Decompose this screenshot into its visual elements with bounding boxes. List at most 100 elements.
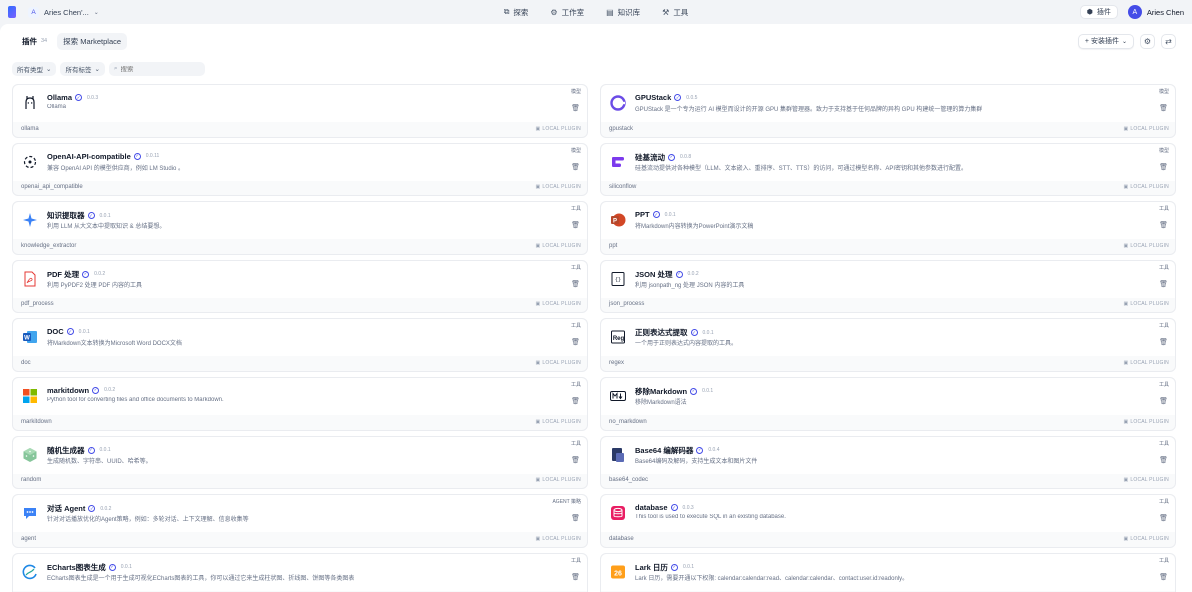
- nav-tools[interactable]: ⚒ 工具: [662, 7, 688, 18]
- trash-icon[interactable]: 🗑: [571, 338, 580, 346]
- plugin-card[interactable]: PDF 处理 ✓ 0.0.2 利用 PyPDF2 处理 PDF 内容的工具 工具…: [12, 259, 588, 314]
- local-plugin-badge: ▣ LOCAL PLUGIN: [535, 419, 581, 425]
- workspace-switcher[interactable]: A Aries Chen'... ⌄: [28, 6, 99, 18]
- trash-icon[interactable]: 🗑: [571, 104, 580, 112]
- local-plugin-badge: ▣ LOCAL PLUGIN: [535, 243, 581, 249]
- plugin-title-row: PPT ✓ 0.0.1: [635, 210, 676, 219]
- swap-button[interactable]: ⇄: [1161, 33, 1176, 49]
- plugin-id: database: [609, 535, 634, 542]
- word-icon: W: [21, 328, 39, 346]
- plugin-category-tag: 工具: [570, 323, 581, 330]
- verified-icon: ✓: [690, 387, 698, 395]
- trash-icon[interactable]: 🗑: [571, 573, 580, 581]
- app-logo[interactable]: [8, 6, 16, 18]
- trash-icon[interactable]: 🗑: [571, 221, 580, 229]
- trash-icon[interactable]: 🗑: [1159, 397, 1168, 405]
- plugin-card[interactable]: 对话 Agent ✓ 0.0.2 针对对话播放优化的Agent策略，例如：多轮对…: [12, 494, 588, 548]
- plugin-card[interactable]: markitdown ✓ 0.0.2 Python tool for conve…: [12, 376, 588, 431]
- plugin-card-body: markitdown ✓ 0.0.2 Python tool for conve…: [13, 377, 587, 415]
- trash-icon[interactable]: 🗑: [571, 514, 580, 522]
- plugin-card[interactable]: {} JSON 处理 ✓ 0.0.2 利用 jsonpath_ng 处理 JSO…: [600, 259, 1176, 314]
- search-input[interactable]: [120, 65, 193, 73]
- plugin-card[interactable]: database ✓ 0.0.3 This tool is used to ex…: [600, 494, 1176, 548]
- plugin-card[interactable]: 知识提取器 ✓ 0.0.1 利用 LLM 从大文本中提取知识 & 总结要想。 工…: [12, 201, 588, 255]
- trash-icon[interactable]: 🗑: [1159, 456, 1168, 464]
- plugin-version: 0.0.4: [708, 447, 720, 454]
- plugin-name: Ollama: [47, 93, 73, 102]
- plugin-description: 利用 LLM 从大文本中提取知识 & 总结要想。: [47, 224, 166, 231]
- windows-logo-icon: [21, 387, 39, 405]
- plugin-card[interactable]: Base64 编解码器 ✓ 0.0.4 Base64编码及解码，支持生成文本和图…: [600, 435, 1176, 490]
- trash-icon[interactable]: 🗑: [1159, 338, 1168, 346]
- category-filter[interactable]: 所有类型 ⌄: [12, 62, 57, 76]
- plugin-card[interactable]: OpenAI-API-compatible ✓ 0.0.11 兼容 OpenAI…: [12, 142, 588, 197]
- plugin-card-body: database ✓ 0.0.3 This tool is used to ex…: [601, 495, 1175, 533]
- local-plugin-label: LOCAL PLUGIN: [542, 477, 581, 484]
- plugin-category-tag: 工具: [570, 557, 581, 564]
- dice-icon: [21, 446, 39, 464]
- trash-icon[interactable]: 🗑: [1159, 104, 1168, 112]
- plugin-card-body: Ollama ✓ 0.0.3 Ollama 模型 🗑: [13, 85, 587, 122]
- search-icon: ⌕: [113, 65, 118, 72]
- plugin-card[interactable]: Reg 正则表达式提取 ✓ 0.0.1 一个用于正则表达式内容提取的工具。 工具…: [600, 318, 1176, 372]
- plugins-button[interactable]: ⬢ 插件: [1079, 5, 1118, 19]
- local-plugin-label: LOCAL PLUGIN: [1130, 535, 1169, 542]
- trash-icon[interactable]: 🗑: [1159, 280, 1168, 288]
- plugin-card[interactable]: GPUStack ✓ 0.0.5 GPUStack 是一个专为运行 AI 模型而…: [600, 84, 1176, 138]
- plugin-name: PDF 处理: [47, 269, 80, 279]
- local-plugin-label: LOCAL PLUGIN: [542, 242, 581, 249]
- plugin-card-body: 随机生成器 ✓ 0.0.1 生成随机数、字符串、UUID、哈希等。 工具 🗑: [13, 436, 587, 474]
- local-plugin-badge: ▣ LOCAL PLUGIN: [1123, 477, 1169, 483]
- local-plugin-badge: ▣ LOCAL PLUGIN: [1123, 301, 1169, 307]
- trash-icon[interactable]: 🗑: [1159, 163, 1168, 171]
- trash-icon[interactable]: 🗑: [1159, 221, 1168, 229]
- plugin-card[interactable]: P PPT ✓ 0.0.1 将Markdown内容转换为PowerPoint演示…: [600, 201, 1176, 255]
- trash-icon[interactable]: 🗑: [1159, 573, 1168, 581]
- user-menu[interactable]: A Aries Chen: [1127, 5, 1184, 19]
- plugin-card[interactable]: 移除Markdown ✓ 0.0.1 移除Markdown语法 工具 🗑 no_…: [600, 376, 1176, 431]
- plugin-description: Base64编码及解码，支持生成文本和图片文件: [635, 458, 758, 465]
- trash-icon[interactable]: 🗑: [1159, 514, 1168, 522]
- tab-marketplace[interactable]: 探索 Marketplace: [57, 32, 128, 50]
- tabs-row: 插件 34 探索 Marketplace + 安装插件 ⌄ ⚙ ⇄: [0, 24, 1192, 58]
- plugin-card[interactable]: 26 Lark 日历 ✓ 0.0.1 Lark 日历，需要开通以下权限: cal…: [600, 552, 1176, 592]
- plugin-category-tag: 模型: [1158, 147, 1169, 154]
- trash-icon[interactable]: 🗑: [571, 163, 580, 171]
- nav-explore[interactable]: ⧉ 探索: [504, 7, 529, 18]
- local-plugin-icon: ▣: [535, 301, 541, 308]
- plugin-card[interactable]: 随机生成器 ✓ 0.0.1 生成随机数、字符串、UUID、哈希等。 工具 🗑 r…: [12, 435, 588, 490]
- plugin-title-row: 对话 Agent ✓ 0.0.2: [47, 503, 111, 514]
- local-plugin-label: LOCAL PLUGIN: [542, 125, 581, 132]
- trash-icon[interactable]: 🗑: [571, 397, 580, 405]
- plugin-card-footer: knowledge_extractor ▣ LOCAL PLUGIN: [21, 240, 581, 252]
- plugin-id: pdf_process: [21, 301, 54, 308]
- local-plugin-label: LOCAL PLUGIN: [1130, 184, 1169, 191]
- plugin-card[interactable]: ECharts图表生成 ✓ 0.0.1 ECharts图表生成是一个用于生成可视…: [12, 552, 588, 592]
- plugin-name: OpenAI-API-compatible: [47, 151, 131, 161]
- tab-plugins[interactable]: 插件 34: [16, 33, 53, 50]
- plugin-card-footer: openai_api_compatible ▣ LOCAL PLUGIN: [21, 181, 581, 193]
- plugin-card[interactable]: Ollama ✓ 0.0.3 Ollama 模型 🗑 ollama ▣ LOCA…: [12, 84, 588, 138]
- trash-icon[interactable]: 🗑: [571, 280, 580, 288]
- plugin-version: 0.0.1: [78, 328, 90, 335]
- plugin-description: 一个用于正则表达式内容提取的工具。: [635, 341, 738, 348]
- tags-filter[interactable]: 所有标签 ⌄: [60, 62, 105, 76]
- plugin-name: GPUStack: [635, 93, 672, 102]
- plugin-card[interactable]: W DOC ✓ 0.0.1 将Markdown文本转换为Microsoft Wo…: [12, 318, 588, 372]
- verified-icon: ✓: [690, 329, 698, 337]
- nav-studio[interactable]: ⚙ 工作室: [550, 7, 584, 18]
- plugin-name: 随机生成器: [47, 445, 85, 455]
- nav-knowledge[interactable]: ▤ 知识库: [606, 7, 640, 18]
- settings-button[interactable]: ⚙: [1140, 33, 1155, 49]
- trash-icon[interactable]: 🗑: [571, 456, 580, 464]
- plugin-card[interactable]: 硅基流动 ✓ 0.0.8 硅基流动提供对各种模型（LLM、文本嵌入、重排序、ST…: [600, 142, 1176, 197]
- verified-icon: ✓: [66, 328, 74, 336]
- chevron-down-icon: ⌄: [46, 66, 52, 73]
- plugin-id: knowledge_extractor: [21, 242, 77, 249]
- plugin-card-footer: siliconflow ▣ LOCAL PLUGIN: [609, 181, 1169, 193]
- plugin-card-body: ECharts图表生成 ✓ 0.0.1 ECharts图表生成是一个用于生成可视…: [13, 553, 587, 591]
- siliconflow-icon: [609, 153, 627, 171]
- plugin-name: database: [635, 503, 668, 513]
- install-plugin-button[interactable]: + 安装插件 ⌄: [1077, 33, 1134, 49]
- verified-icon: ✓: [82, 270, 90, 278]
